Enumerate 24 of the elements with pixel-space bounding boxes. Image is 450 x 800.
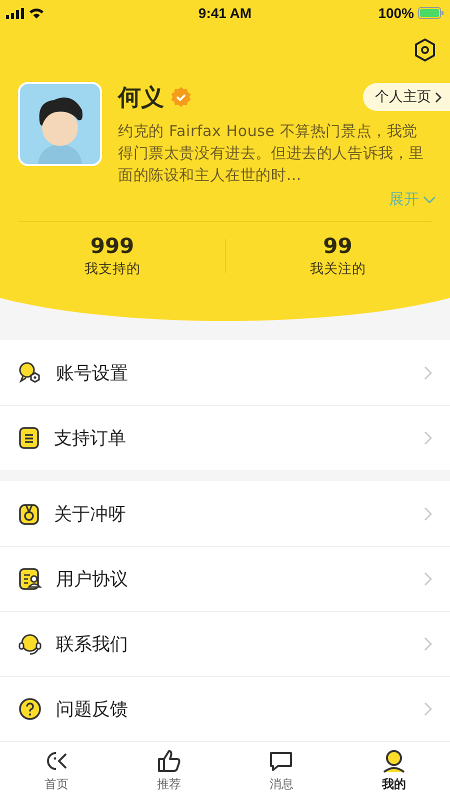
homepage-button[interactable]: 个人主页: [363, 83, 450, 111]
menu-label: 关于冲呀: [54, 502, 127, 526]
stat-label: 我关注的: [310, 260, 366, 278]
menu-label: 用户协议: [56, 568, 129, 591]
menu-item[interactable]: 关于冲呀: [0, 481, 450, 546]
menu-label: 问题反馈: [56, 698, 129, 721]
menu-item[interactable]: 用户协议: [0, 546, 450, 611]
bio-text: 约克的 Fairfax House 不算热门景点，我觉得门票太贵没有进去。但进去的人告诉我，里面的陈设和主人在世的时…: [118, 121, 425, 186]
status-time: 9:41 AM: [198, 5, 252, 21]
stat-count: 999: [90, 234, 134, 258]
menu-item[interactable]: 联系我们: [0, 611, 450, 676]
menu-label: 账号设置: [56, 362, 129, 384]
tab[interactable]: 我的: [338, 742, 450, 800]
menu-item[interactable]: 支持订单: [0, 405, 450, 470]
menu-item[interactable]: 账号设置: [0, 340, 450, 405]
stat-count: 99: [323, 234, 352, 258]
stat-label: 我支持的: [84, 260, 140, 278]
menu-label: 联系我们: [56, 633, 129, 656]
tab[interactable]: 消息: [225, 742, 338, 800]
tab[interactable]: 推荐: [112, 742, 225, 800]
tab[interactable]: 首页: [0, 742, 112, 800]
menu-label: 支持订单: [54, 427, 127, 450]
battery-level: 100%: [378, 5, 414, 21]
user-name: 何义: [118, 84, 164, 112]
